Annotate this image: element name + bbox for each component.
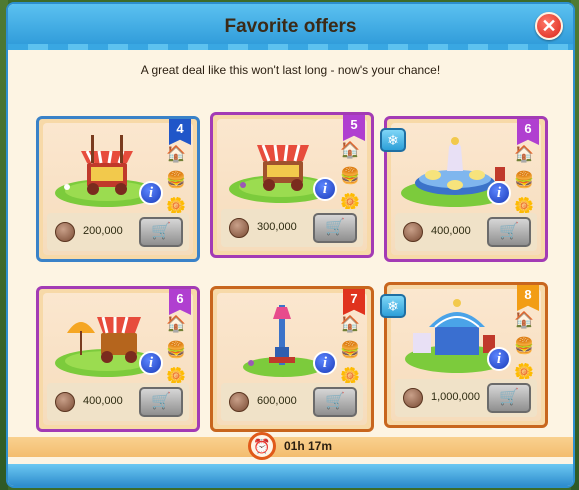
offer-price: 400,000 xyxy=(83,395,123,407)
offer-price: 400,000 xyxy=(431,225,471,237)
offer-card[interactable]: 🏠 🍔 🌼 7 i 600,000 🛒 xyxy=(210,286,374,432)
buy-cart-button[interactable]: 🛒 xyxy=(139,217,183,247)
info-button[interactable]: i xyxy=(313,177,337,201)
burger-icon: 🍔 xyxy=(514,172,534,189)
coin-icon xyxy=(55,392,75,412)
building-attributes: 🏠 🍔 🌼 xyxy=(339,141,363,219)
buy-cart-button[interactable]: 🛒 xyxy=(313,387,357,417)
dialog-footer xyxy=(8,464,573,486)
house-icon: 🏠 xyxy=(514,312,534,329)
offer-card-inner: 🏠 🍔 🌼 6 i 400,000 🛒 xyxy=(391,119,541,255)
snowflake-icon: ❄ xyxy=(380,294,406,318)
building-attributes: 🏠 🍔 🌼 xyxy=(165,315,189,393)
level-badge: 8 xyxy=(517,285,539,311)
coin-icon xyxy=(403,222,423,242)
price-bar: 200,000 🛒 xyxy=(47,213,189,251)
offer-card[interactable]: 🏠 🍔 🌼 6 i 400,000 🛒 xyxy=(36,286,200,432)
price-bar: 600,000 🛒 xyxy=(221,383,363,421)
coin-icon xyxy=(55,222,75,242)
building-attributes: 🏠 🍔 🌼 xyxy=(339,315,363,393)
offer-card[interactable]: 🏠 🍔 🌼 6 i 400,000 🛒 xyxy=(384,116,548,262)
offer-card-inner: 🏠 🍔 🌼 5 i 300,000 🛒 xyxy=(217,115,367,251)
title-bar: Favorite offers ✕ xyxy=(8,4,573,50)
offer-price: 300,000 xyxy=(257,221,297,233)
offer-card-inner: 🏠 🍔 🌼 8 i 1,000,000 🛒 xyxy=(391,285,541,421)
burger-icon: 🍔 xyxy=(514,338,534,355)
offer-card[interactable]: 🏠 🍔 🌼 5 i 300,000 🛒 xyxy=(210,112,374,258)
house-icon: 🏠 xyxy=(340,316,360,333)
offer-price: 200,000 xyxy=(83,225,123,237)
offer-card-inner: 🏠 🍔 🌼 4 i 200,000 🛒 xyxy=(43,119,193,255)
info-button[interactable]: i xyxy=(313,351,337,375)
snowflake-icon: ❄ xyxy=(380,128,406,152)
countdown-timer: 01h 17m xyxy=(284,439,333,453)
offer-card-inner: 🏠 🍔 🌼 6 i 400,000 🛒 xyxy=(43,289,193,425)
buy-cart-button[interactable]: 🛒 xyxy=(487,217,531,247)
offer-price: 1,000,000 xyxy=(431,391,480,403)
info-button[interactable]: i xyxy=(139,181,163,205)
price-bar: 400,000 🛒 xyxy=(395,213,537,251)
coin-icon xyxy=(229,392,249,412)
buy-cart-button[interactable]: 🛒 xyxy=(139,387,183,417)
burger-icon: 🍔 xyxy=(340,168,360,185)
price-bar: 400,000 🛒 xyxy=(47,383,189,421)
favorite-offers-dialog: Favorite offers ✕ A great deal like this… xyxy=(6,2,575,488)
house-icon: 🏠 xyxy=(166,316,186,333)
title-bar-stripe xyxy=(8,44,573,50)
offer-card-inner: 🏠 🍔 🌼 7 i 600,000 🛒 xyxy=(217,289,367,425)
level-badge: 5 xyxy=(343,115,365,141)
close-button[interactable]: ✕ xyxy=(535,12,563,40)
info-button[interactable]: i xyxy=(487,181,511,205)
burger-icon: 🍔 xyxy=(166,172,186,189)
offer-card[interactable]: 🏠 🍔 🌼 8 i 1,000,000 🛒 xyxy=(384,282,548,428)
building-attributes: 🏠 🍔 🌼 xyxy=(513,145,537,223)
buy-cart-button[interactable]: 🛒 xyxy=(313,213,357,243)
level-badge: 6 xyxy=(169,289,191,315)
burger-icon: 🍔 xyxy=(166,342,186,359)
level-badge: 4 xyxy=(169,119,191,145)
coin-icon xyxy=(403,388,423,408)
offer-price: 600,000 xyxy=(257,395,297,407)
building-attributes: 🏠 🍔 🌼 xyxy=(165,145,189,223)
info-button[interactable]: i xyxy=(139,351,163,375)
building-attributes: 🏠 🍔 🌼 xyxy=(513,311,537,389)
alarm-clock-icon: ⏰ xyxy=(248,432,276,460)
level-badge: 7 xyxy=(343,289,365,315)
house-icon: 🏠 xyxy=(166,146,186,163)
info-button[interactable]: i xyxy=(487,347,511,371)
level-badge: 6 xyxy=(517,119,539,145)
dialog-subtitle: A great deal like this won't last long -… xyxy=(140,63,441,77)
price-bar: 1,000,000 🛒 xyxy=(395,379,537,417)
house-icon: 🏠 xyxy=(340,142,360,159)
buy-cart-button[interactable]: 🛒 xyxy=(487,383,531,413)
price-bar: 300,000 🛒 xyxy=(221,209,363,247)
coin-icon xyxy=(229,218,249,238)
burger-icon: 🍔 xyxy=(340,342,360,359)
offer-card[interactable]: 🏠 🍔 🌼 4 i 200,000 🛒 xyxy=(36,116,200,262)
dialog-title: Favorite offers xyxy=(224,16,357,37)
house-icon: 🏠 xyxy=(514,146,534,163)
